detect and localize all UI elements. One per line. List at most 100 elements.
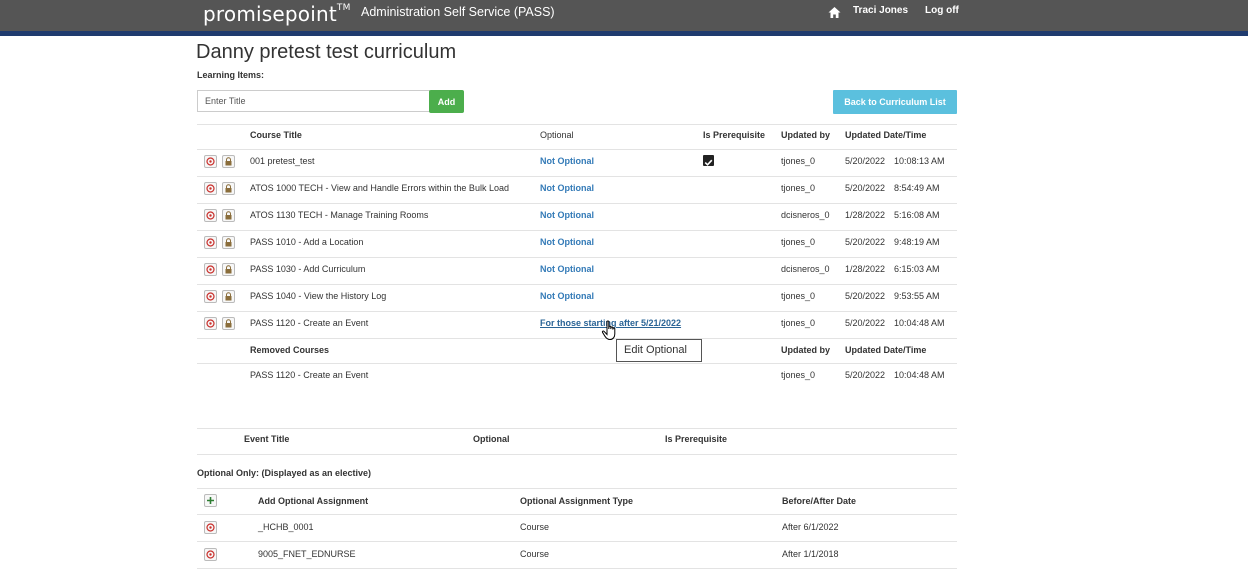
optional-link[interactable]: Not Optional bbox=[540, 264, 594, 274]
removed-updated-time: 10:04:48 AM bbox=[894, 370, 945, 380]
checkbox-checked-icon bbox=[704, 159, 713, 166]
updated-time: 9:53:55 AM bbox=[894, 291, 940, 301]
optional-link[interactable]: Not Optional bbox=[540, 291, 594, 301]
remove-icon[interactable] bbox=[204, 548, 217, 561]
optional-link[interactable]: Not Optional bbox=[540, 156, 594, 166]
table-divider bbox=[197, 124, 957, 125]
table-divider bbox=[197, 428, 957, 429]
table-row: ATOS 1000 TECH - View and Handle Errors … bbox=[197, 176, 957, 203]
updated-time: 10:04:48 AM bbox=[894, 318, 945, 328]
edit-optional-tooltip: Edit Optional bbox=[616, 339, 702, 362]
plus-icon bbox=[207, 497, 214, 504]
table-row: PASS 1030 - Add Curriculum Not Optional … bbox=[197, 257, 957, 284]
updated-date: 1/28/2022 bbox=[845, 210, 886, 220]
updated-by: dcisneros_0 bbox=[781, 210, 830, 220]
remove-icon[interactable] bbox=[204, 263, 217, 276]
remove-icon[interactable] bbox=[204, 236, 217, 249]
removed-updated-date: 5/20/2022 bbox=[845, 370, 886, 380]
optional-assignment-date: After 1/1/2018 bbox=[782, 549, 839, 559]
course-title: ATOS 1130 TECH - Manage Training Rooms bbox=[250, 210, 429, 220]
event-title-header: Event Title bbox=[244, 434, 290, 444]
back-to-curriculum-list-button[interactable]: Back to Curriculum List bbox=[833, 90, 957, 114]
remove-icon[interactable] bbox=[204, 521, 217, 534]
course-title: PASS 1120 - Create an Event bbox=[250, 318, 369, 328]
top-header-bar: promisepointTM Administration Self Servi… bbox=[0, 0, 1248, 31]
removed-course-title: PASS 1120 - Create an Event bbox=[250, 370, 369, 380]
course-title-header: Course Title bbox=[250, 130, 302, 140]
remove-icon[interactable] bbox=[204, 182, 217, 195]
updated-date: 5/20/2022 bbox=[845, 291, 886, 301]
updated-date-time-header: Updated Date/Time bbox=[845, 130, 927, 140]
updated-time: 9:48:19 AM bbox=[894, 237, 940, 247]
table-row: PASS 1120 - Create an Event For those st… bbox=[197, 311, 957, 338]
is-prerequisite-header: Is Prerequisite bbox=[703, 130, 766, 140]
optional-assignment-row: 9005_FNET_EDNURSE Course After 1/1/2018 bbox=[197, 541, 957, 568]
table-divider bbox=[197, 568, 957, 569]
add-optional-button[interactable] bbox=[204, 494, 217, 507]
updated-date: 5/20/2022 bbox=[845, 183, 886, 193]
updated-time: 6:15:03 AM bbox=[894, 264, 940, 274]
removed-updated-date-time-header: Updated Date/Time bbox=[845, 345, 927, 355]
optional-assignment-name: _HCHB_0001 bbox=[258, 522, 314, 532]
lock-icon[interactable] bbox=[222, 290, 235, 303]
table-divider bbox=[197, 488, 957, 489]
optional-header: Optional bbox=[540, 130, 574, 140]
updated-date: 5/20/2022 bbox=[845, 156, 886, 166]
lock-icon[interactable] bbox=[222, 209, 235, 222]
hand-cursor-icon bbox=[601, 320, 616, 341]
course-title: PASS 1030 - Add Curriculum bbox=[250, 264, 366, 274]
lock-icon[interactable] bbox=[222, 182, 235, 195]
course-title: 001 pretest_test bbox=[250, 156, 315, 166]
removed-updated-by-header: Updated by bbox=[781, 345, 831, 355]
course-title: PASS 1010 - Add a Location bbox=[250, 237, 364, 247]
optional-only-label: Optional Only: (Displayed as an elective… bbox=[197, 468, 372, 478]
promisepoint-logo: promisepointTM bbox=[203, 2, 351, 26]
optional-assignment-row: _HCHB_0001 Course After 6/1/2022 bbox=[197, 514, 957, 541]
add-button[interactable]: Add bbox=[429, 90, 464, 113]
updated-date: 5/20/2022 bbox=[845, 237, 886, 247]
updated-by: dcisneros_0 bbox=[781, 264, 830, 274]
lock-icon[interactable] bbox=[222, 155, 235, 168]
remove-icon[interactable] bbox=[204, 155, 217, 168]
course-title: ATOS 1000 TECH - View and Handle Errors … bbox=[250, 183, 509, 193]
page-title: Danny pretest test curriculum bbox=[196, 41, 457, 63]
optional-assignment-type-header: Optional Assignment Type bbox=[520, 496, 634, 506]
updated-time: 8:54:49 AM bbox=[894, 183, 940, 193]
updated-by-header: Updated by bbox=[781, 130, 831, 140]
app-title: Administration Self Service (PASS) bbox=[361, 5, 555, 19]
optional-assignment-name: 9005_FNET_EDNURSE bbox=[258, 549, 356, 559]
updated-date: 5/20/2022 bbox=[845, 318, 886, 328]
learning-items-label: Learning Items: bbox=[197, 70, 265, 80]
optional-link[interactable]: Not Optional bbox=[540, 210, 594, 220]
course-title: PASS 1040 - View the History Log bbox=[250, 291, 387, 301]
table-row: PASS 1010 - Add a Location Not Optional … bbox=[197, 230, 957, 257]
event-is-prerequisite-header: Is Prerequisite bbox=[665, 434, 728, 444]
event-optional-header: Optional bbox=[473, 434, 510, 444]
optional-link[interactable]: Not Optional bbox=[540, 237, 594, 247]
optional-assignment-date: After 6/1/2022 bbox=[782, 522, 839, 532]
add-optional-assignment-header: Add Optional Assignment bbox=[258, 496, 369, 506]
optional-assignment-type: Course bbox=[520, 549, 550, 559]
lock-icon[interactable] bbox=[222, 317, 235, 330]
table-row: ATOS 1130 TECH - Manage Training Rooms N… bbox=[197, 203, 957, 230]
home-icon[interactable] bbox=[828, 6, 841, 19]
user-name[interactable]: Traci Jones bbox=[853, 5, 908, 16]
updated-by: tjones_0 bbox=[781, 237, 816, 247]
updated-time: 10:08:13 AM bbox=[894, 156, 945, 166]
remove-icon[interactable] bbox=[204, 209, 217, 222]
lock-icon[interactable] bbox=[222, 236, 235, 249]
lock-icon[interactable] bbox=[222, 263, 235, 276]
remove-icon[interactable] bbox=[204, 290, 217, 303]
logoff-link[interactable]: Log off bbox=[925, 5, 959, 16]
table-divider bbox=[197, 454, 957, 455]
updated-by: tjones_0 bbox=[781, 318, 816, 328]
table-row: 001 pretest_test Not Optional tjones_0 5… bbox=[197, 149, 957, 176]
updated-date: 1/28/2022 bbox=[845, 264, 886, 274]
optional-link[interactable]: Not Optional bbox=[540, 183, 594, 193]
table-divider bbox=[197, 338, 957, 339]
remove-icon[interactable] bbox=[204, 317, 217, 330]
optional-assignment-type: Course bbox=[520, 522, 550, 532]
updated-by: tjones_0 bbox=[781, 183, 816, 193]
title-input[interactable] bbox=[197, 90, 430, 112]
prerequisite-checkbox[interactable] bbox=[703, 155, 714, 166]
